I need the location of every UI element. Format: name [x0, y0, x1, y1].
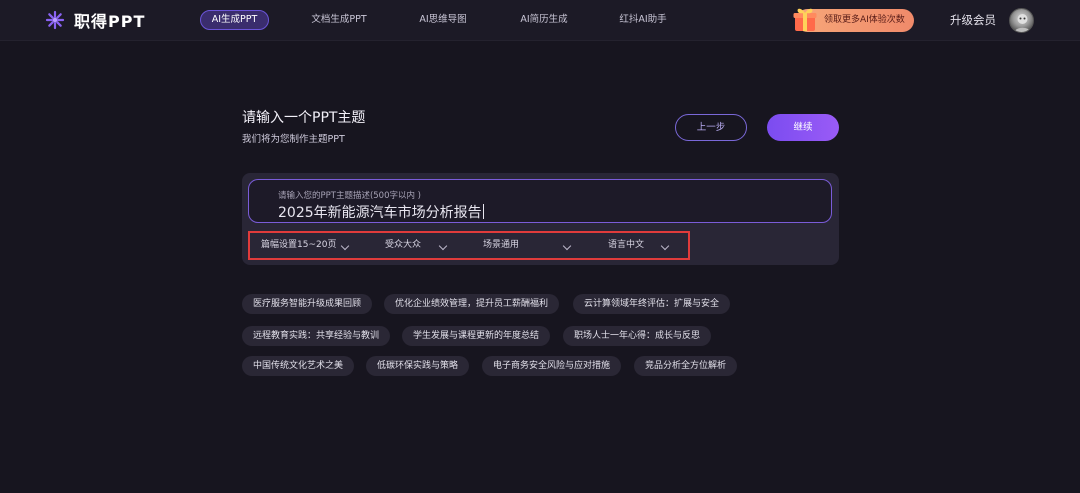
topic-input-text: 2025年新能源汽车市场分析报告: [278, 205, 482, 221]
chevron-down-icon[interactable]: [438, 241, 448, 251]
suggestion-chip[interactable]: 电子商务安全风险与应对措施: [482, 356, 622, 376]
suggestion-chip[interactable]: 中国传统文化艺术之美: [242, 356, 355, 376]
topic-input[interactable]: 请输入您的PPT主题描述(500字以内 ) 2025年新能源汽车市场分析报告: [248, 179, 832, 223]
upgrade-link[interactable]: 升级会员: [950, 12, 996, 29]
option-length[interactable]: 篇幅设置15~20页: [261, 233, 336, 258]
suggestion-chip[interactable]: 优化企业绩效管理，提升员工薪酬福利: [384, 294, 560, 314]
logo[interactable]: 职得PPT: [44, 9, 145, 31]
promo-button[interactable]: 领取更多AI体验次数: [793, 8, 914, 32]
continue-button[interactable]: 继续: [767, 114, 839, 141]
tab-assistant[interactable]: 红抖AI助手: [612, 10, 674, 30]
chevron-down-icon[interactable]: [340, 241, 350, 251]
logo-text: 职得PPT: [74, 12, 146, 31]
suggestion-chip[interactable]: 低碳环保实践与策略: [366, 356, 470, 376]
topic-input-placeholder: 请输入您的PPT主题描述(500字以内 ): [278, 191, 422, 201]
option-audience[interactable]: 受众大众: [385, 233, 421, 258]
suggestion-chip[interactable]: 远程教育实践：共享经验与教训: [242, 326, 391, 346]
tab-ai-ppt[interactable]: AI生成PPT: [200, 10, 269, 30]
tab-doc-ppt[interactable]: 文档生成PPT: [302, 10, 376, 30]
suggestion-chip[interactable]: 医疗服务智能升级成果回顾: [242, 294, 373, 314]
option-scene-label: 场景通用: [483, 240, 520, 250]
chevron-down-icon[interactable]: [562, 241, 572, 251]
suggestion-chip[interactable]: 职场人士一年心得：成长与反思: [563, 326, 712, 346]
chevron-down-icon[interactable]: [660, 241, 670, 251]
tab-resume[interactable]: AI简历生成: [513, 10, 575, 30]
page-title: 请输入一个PPT主题: [242, 110, 366, 126]
option-audience-label: 受众大众: [385, 240, 422, 250]
page-subtitle: 我们将为您制作主题PPT: [242, 134, 345, 145]
suggestion-chip[interactable]: 云计算领域年终评估：扩展与安全: [573, 294, 731, 314]
text-caret: [482, 204, 484, 219]
gift-icon: [793, 8, 817, 31]
promo-label: 领取更多AI体验次数: [824, 15, 905, 25]
options-highlight-box: 篇幅设置15~20页 受众大众 场景通用 语言中文: [248, 231, 690, 260]
avatar[interactable]: [1009, 8, 1034, 33]
option-scene[interactable]: 场景通用: [483, 233, 519, 258]
tab-mindmap[interactable]: AI思维导图: [412, 10, 474, 30]
topic-input-panel: 请输入您的PPT主题描述(500字以内 ) 2025年新能源汽车市场分析报告 篇…: [242, 173, 839, 265]
suggestion-chip[interactable]: 竞品分析全方位解析: [634, 356, 738, 376]
option-length-label: 篇幅设置15~20页: [261, 240, 337, 250]
avatar-image: [1014, 14, 1031, 32]
option-language-label: 语言中文: [608, 240, 645, 250]
previous-step-button[interactable]: 上一步: [675, 114, 747, 141]
suggestion-chip[interactable]: 学生发展与课程更新的年度总结: [402, 326, 551, 346]
option-language[interactable]: 语言中文: [608, 233, 644, 258]
logo-icon: [45, 10, 65, 30]
topic-input-value[interactable]: 2025年新能源汽车市场分析报告: [278, 202, 484, 222]
top-navigation-bar: 职得PPT AI生成PPT 文档生成PPT AI思维导图 AI简历生成 红抖AI…: [0, 0, 1080, 41]
